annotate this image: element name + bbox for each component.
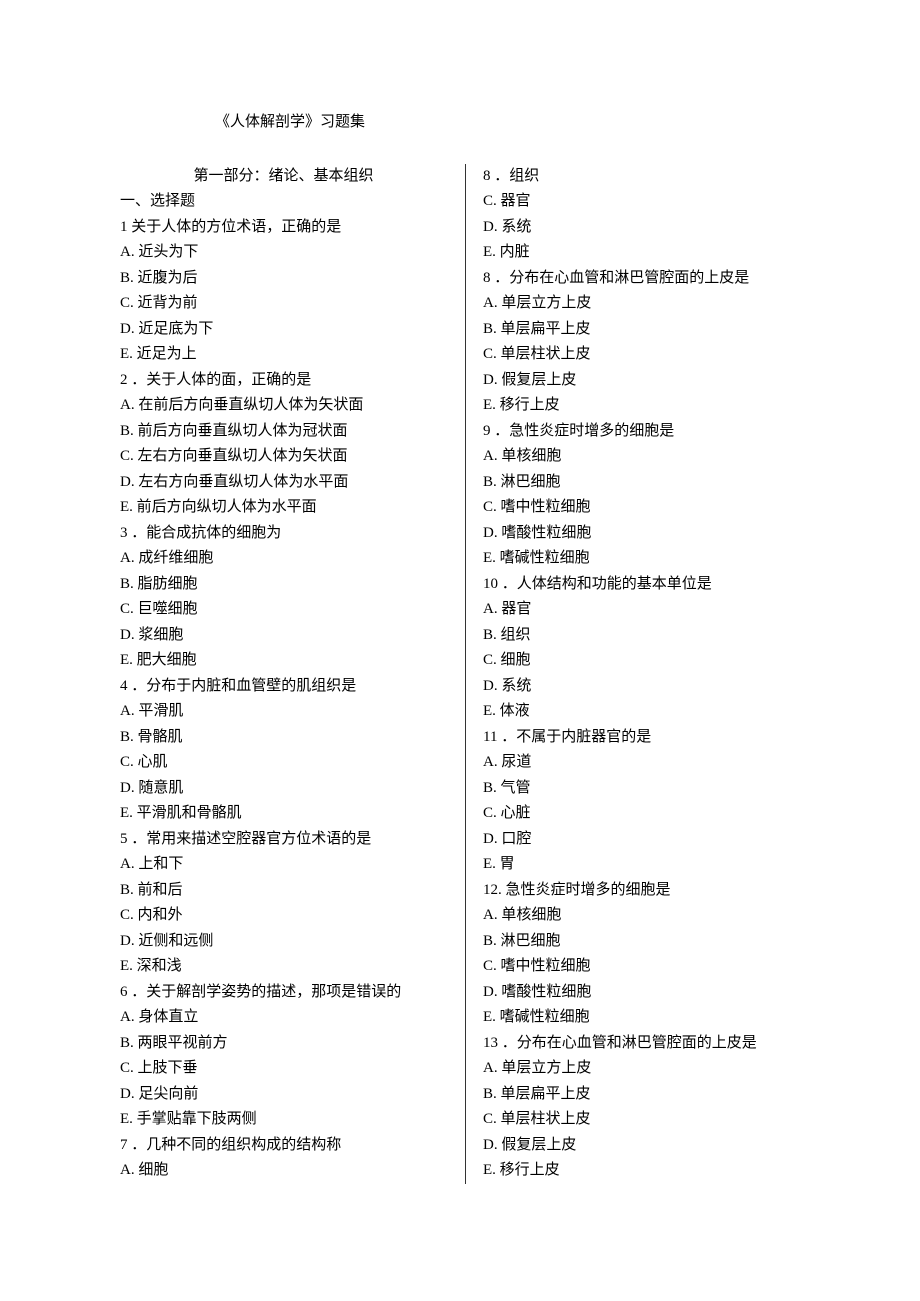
text-line: D. 嗜酸性粒细胞 <box>483 980 810 1006</box>
text-line: C. 嗜中性粒细胞 <box>483 495 810 521</box>
text-line: E. 移行上皮 <box>483 1158 810 1184</box>
text-line: D. 近侧和远侧 <box>120 929 447 955</box>
text-line: A. 单核细胞 <box>483 903 810 929</box>
text-line: C. 器官 <box>483 189 810 215</box>
text-line: 10 ．人体结构和功能的基本单位是 <box>483 572 810 598</box>
section-subtitle: 第一部分：绪论、基本组织 <box>120 164 447 190</box>
text-line: 5 ．常用来描述空腔器官方位术语的是 <box>120 827 447 853</box>
text-line: C. 心肌 <box>120 750 447 776</box>
text-line: C. 上肢下垂 <box>120 1056 447 1082</box>
text-line: E. 胃 <box>483 852 810 878</box>
text-line: 7 ．几种不同的组织构成的结构称 <box>120 1133 447 1159</box>
text-line: 3 ．能合成抗体的细胞为 <box>120 521 447 547</box>
text-line: 2 ．关于人体的面，正确的是 <box>120 368 447 394</box>
text-line: A. 近头为下 <box>120 240 447 266</box>
text-line: B. 单层扁平上皮 <box>483 1082 810 1108</box>
text-line: 8 ．分布在心血管和淋巴管腔面的上皮是 <box>483 266 810 292</box>
text-line: A. 上和下 <box>120 852 447 878</box>
text-line: 8 ．组织 <box>483 164 810 190</box>
text-line: B. 前和后 <box>120 878 447 904</box>
text-line: D. 左右方向垂直纵切人体为水平面 <box>120 470 447 496</box>
text-line: 12. 急性炎症时增多的细胞是 <box>483 878 810 904</box>
text-line: A. 在前后方向垂直纵切人体为矢状面 <box>120 393 447 419</box>
text-line: C. 内和外 <box>120 903 447 929</box>
text-line: B. 淋巴细胞 <box>483 470 810 496</box>
text-line: E. 嗜碱性粒细胞 <box>483 1005 810 1031</box>
text-line: D. 近足底为下 <box>120 317 447 343</box>
text-line: D. 嗜酸性粒细胞 <box>483 521 810 547</box>
text-line: E. 内脏 <box>483 240 810 266</box>
text-line: C. 单层柱状上皮 <box>483 342 810 368</box>
text-line: 9 ．急性炎症时增多的细胞是 <box>483 419 810 445</box>
text-line: E. 前后方向纵切人体为水平面 <box>120 495 447 521</box>
text-line: C. 近背为前 <box>120 291 447 317</box>
text-line: D. 浆细胞 <box>120 623 447 649</box>
text-line: D. 假复层上皮 <box>483 368 810 394</box>
text-line: E. 肥大细胞 <box>120 648 447 674</box>
section-header: 一、选择题 <box>120 189 447 215</box>
text-line: C. 左右方向垂直纵切人体为矢状面 <box>120 444 447 470</box>
text-line: C. 细胞 <box>483 648 810 674</box>
text-line: A. 单核细胞 <box>483 444 810 470</box>
text-line: C. 嗜中性粒细胞 <box>483 954 810 980</box>
text-line: C. 巨噬细胞 <box>120 597 447 623</box>
text-line: E. 移行上皮 <box>483 393 810 419</box>
text-line: D. 系统 <box>483 674 810 700</box>
text-line: A. 成纤维细胞 <box>120 546 447 572</box>
text-line: D. 随意肌 <box>120 776 447 802</box>
text-line: 4 ．分布于内脏和血管壁的肌组织是 <box>120 674 447 700</box>
text-line: B. 脂肪细胞 <box>120 572 447 598</box>
text-line: 11 ．不属于内脏器官的是 <box>483 725 810 751</box>
text-line: C. 心脏 <box>483 801 810 827</box>
text-line: A. 身体直立 <box>120 1005 447 1031</box>
text-line: B. 近腹为后 <box>120 266 447 292</box>
text-line: B. 两眼平视前方 <box>120 1031 447 1057</box>
text-line: E. 近足为上 <box>120 342 447 368</box>
content-columns: 第一部分：绪论、基本组织 一、选择题 1 关于人体的方位术语，正确的是A. 近头… <box>120 164 810 1184</box>
text-line: D. 系统 <box>483 215 810 241</box>
text-line: B. 气管 <box>483 776 810 802</box>
text-line: A. 细胞 <box>120 1158 447 1184</box>
text-line: A. 单层立方上皮 <box>483 1056 810 1082</box>
text-line: A. 器官 <box>483 597 810 623</box>
text-line: B. 淋巴细胞 <box>483 929 810 955</box>
text-line: E. 深和浅 <box>120 954 447 980</box>
text-line: D. 足尖向前 <box>120 1082 447 1108</box>
text-line: A. 尿道 <box>483 750 810 776</box>
text-line: 1 关于人体的方位术语，正确的是 <box>120 215 447 241</box>
text-line: 13 ．分布在心血管和淋巴管腔面的上皮是 <box>483 1031 810 1057</box>
text-line: 6 ．关于解剖学姿势的描述，那项是错误的 <box>120 980 447 1006</box>
text-line: C. 单层柱状上皮 <box>483 1107 810 1133</box>
text-line: E. 手掌贴靠下肢两侧 <box>120 1107 447 1133</box>
text-line: B. 单层扁平上皮 <box>483 317 810 343</box>
document-title: 《人体解剖学》习题集 <box>120 110 810 136</box>
text-line: B. 组织 <box>483 623 810 649</box>
text-line: E. 体液 <box>483 699 810 725</box>
text-line: E. 平滑肌和骨骼肌 <box>120 801 447 827</box>
text-line: E. 嗜碱性粒细胞 <box>483 546 810 572</box>
text-line: A. 单层立方上皮 <box>483 291 810 317</box>
text-line: D. 假复层上皮 <box>483 1133 810 1159</box>
text-line: B. 骨骼肌 <box>120 725 447 751</box>
text-line: B. 前后方向垂直纵切人体为冠状面 <box>120 419 447 445</box>
text-line: D. 口腔 <box>483 827 810 853</box>
text-line: A. 平滑肌 <box>120 699 447 725</box>
